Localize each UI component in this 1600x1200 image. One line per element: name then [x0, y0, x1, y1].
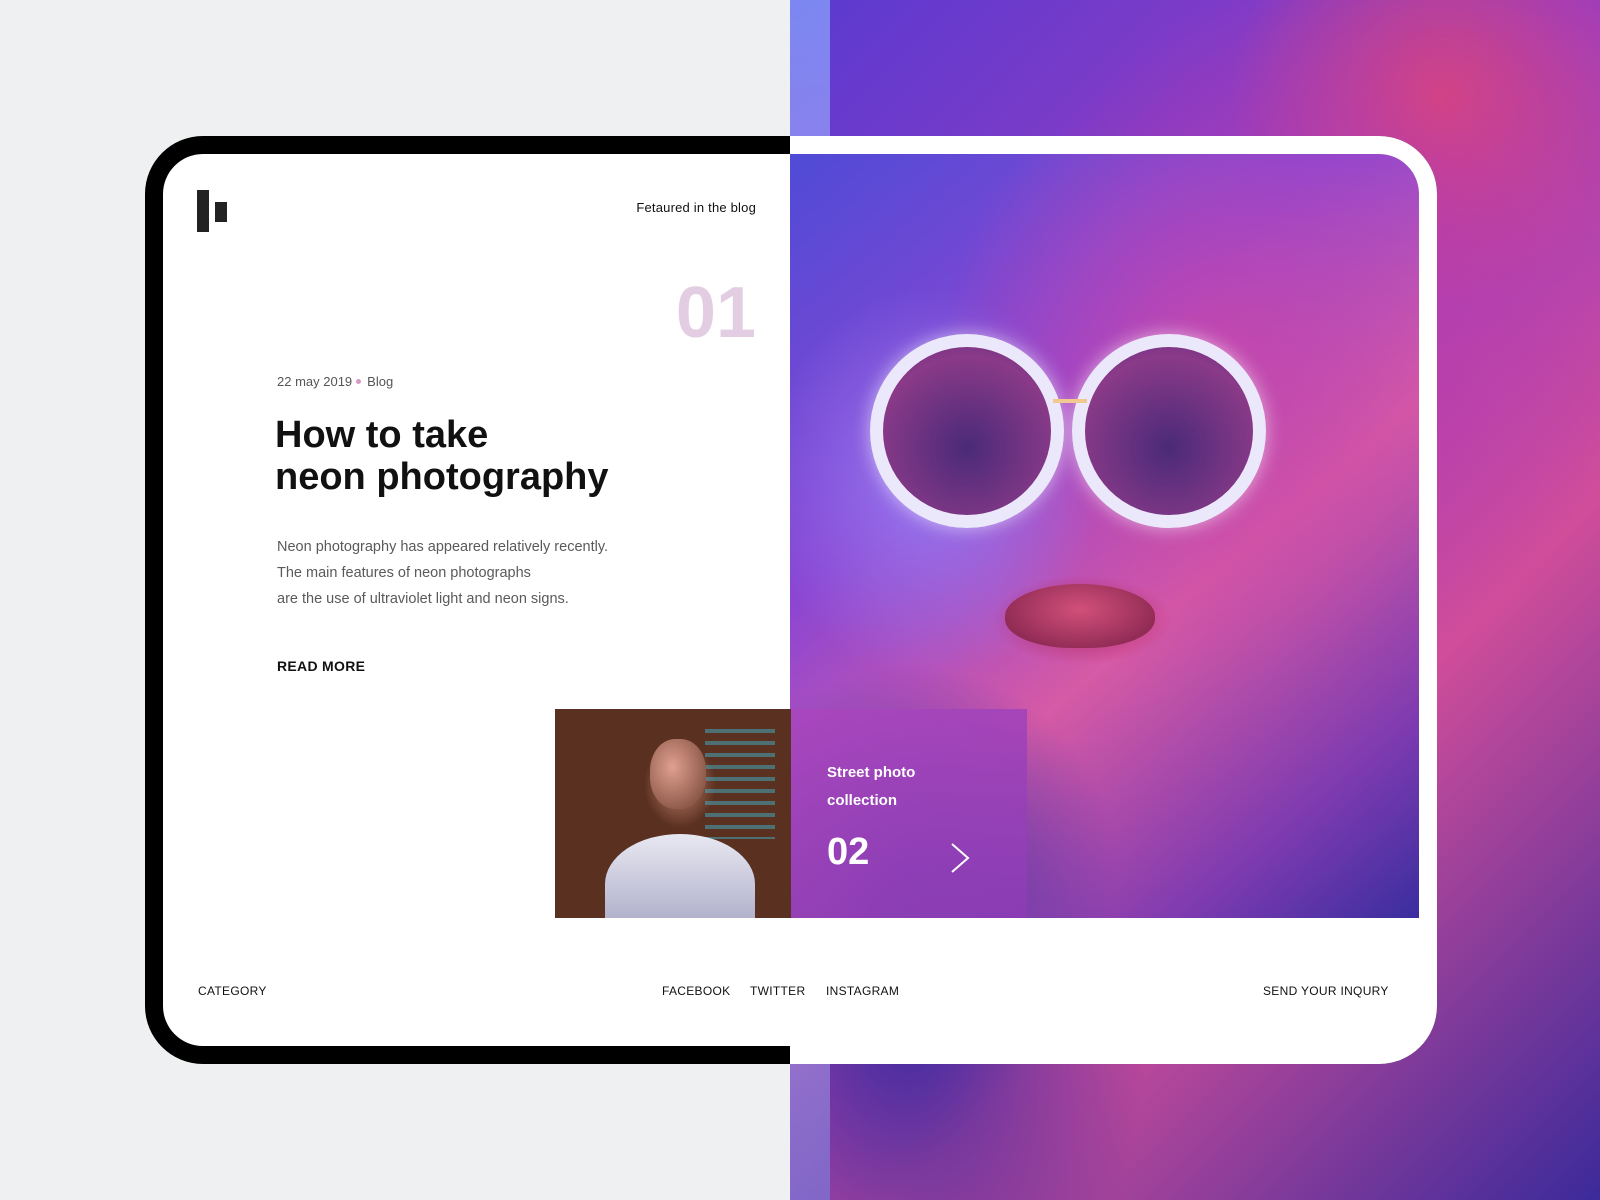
- article-title-line: How to take: [275, 414, 489, 456]
- description-line: Neon photography has appeared relatively…: [277, 539, 609, 555]
- footer-inquiry-link[interactable]: SEND YOUR INQURY: [1263, 984, 1389, 998]
- article-number: 01: [675, 273, 756, 353]
- logo-bar-tall: [197, 190, 209, 232]
- footer-twitter-link[interactable]: TWITTER: [750, 984, 805, 998]
- hero-photo-lips: [1005, 584, 1155, 648]
- hero-photo-right-lens: [1072, 334, 1266, 528]
- next-article-number: 02: [827, 831, 870, 873]
- meta-separator-dot: [356, 379, 362, 385]
- next-article-thumbnail[interactable]: [555, 709, 791, 918]
- hero-photo-bridge: [1053, 399, 1087, 403]
- tablet-screen: Fetaured in the blog 01 22 may 2019 Blog …: [163, 154, 1419, 1046]
- footer-category-link[interactable]: CATEGORY: [198, 984, 267, 998]
- logo-bar-short: [215, 202, 227, 222]
- brand-logo[interactable]: [197, 190, 229, 232]
- thumbnail-person-head: [650, 739, 706, 809]
- next-article-label-line: Street photo: [827, 764, 916, 781]
- description-line: are the use of ultraviolet light and neo…: [277, 591, 569, 607]
- description-line: The main features of neon photographs: [277, 565, 531, 581]
- thumbnail-neon-lights: [705, 729, 775, 839]
- article-date: 22 may 2019: [277, 374, 353, 389]
- footer-nav: CATEGORY FACEBOOK TWITTER INSTAGRAM SEND…: [163, 984, 1419, 1004]
- article-title-line: neon photography: [275, 456, 609, 498]
- article-meta: 22 may 2019 Blog: [277, 374, 393, 389]
- chevron-right-icon[interactable]: [949, 842, 971, 874]
- featured-label: Fetaured in the blog: [636, 200, 756, 215]
- thumbnail-person-shirt: [605, 834, 755, 918]
- article-category[interactable]: Blog: [367, 374, 393, 389]
- read-more-link[interactable]: READ MORE: [277, 658, 365, 674]
- article-description: Neon photography has appeared relatively…: [277, 534, 697, 612]
- article-title: How to take neon photography: [275, 414, 695, 498]
- next-article-card[interactable]: Street photo collection 02: [791, 709, 1027, 918]
- hero-photo-left-lens: [870, 334, 1064, 528]
- next-article-label-line: collection: [827, 792, 898, 809]
- next-article-label: Street photo collection: [827, 759, 977, 815]
- footer-instagram-link[interactable]: INSTAGRAM: [826, 984, 899, 998]
- footer-facebook-link[interactable]: FACEBOOK: [662, 984, 730, 998]
